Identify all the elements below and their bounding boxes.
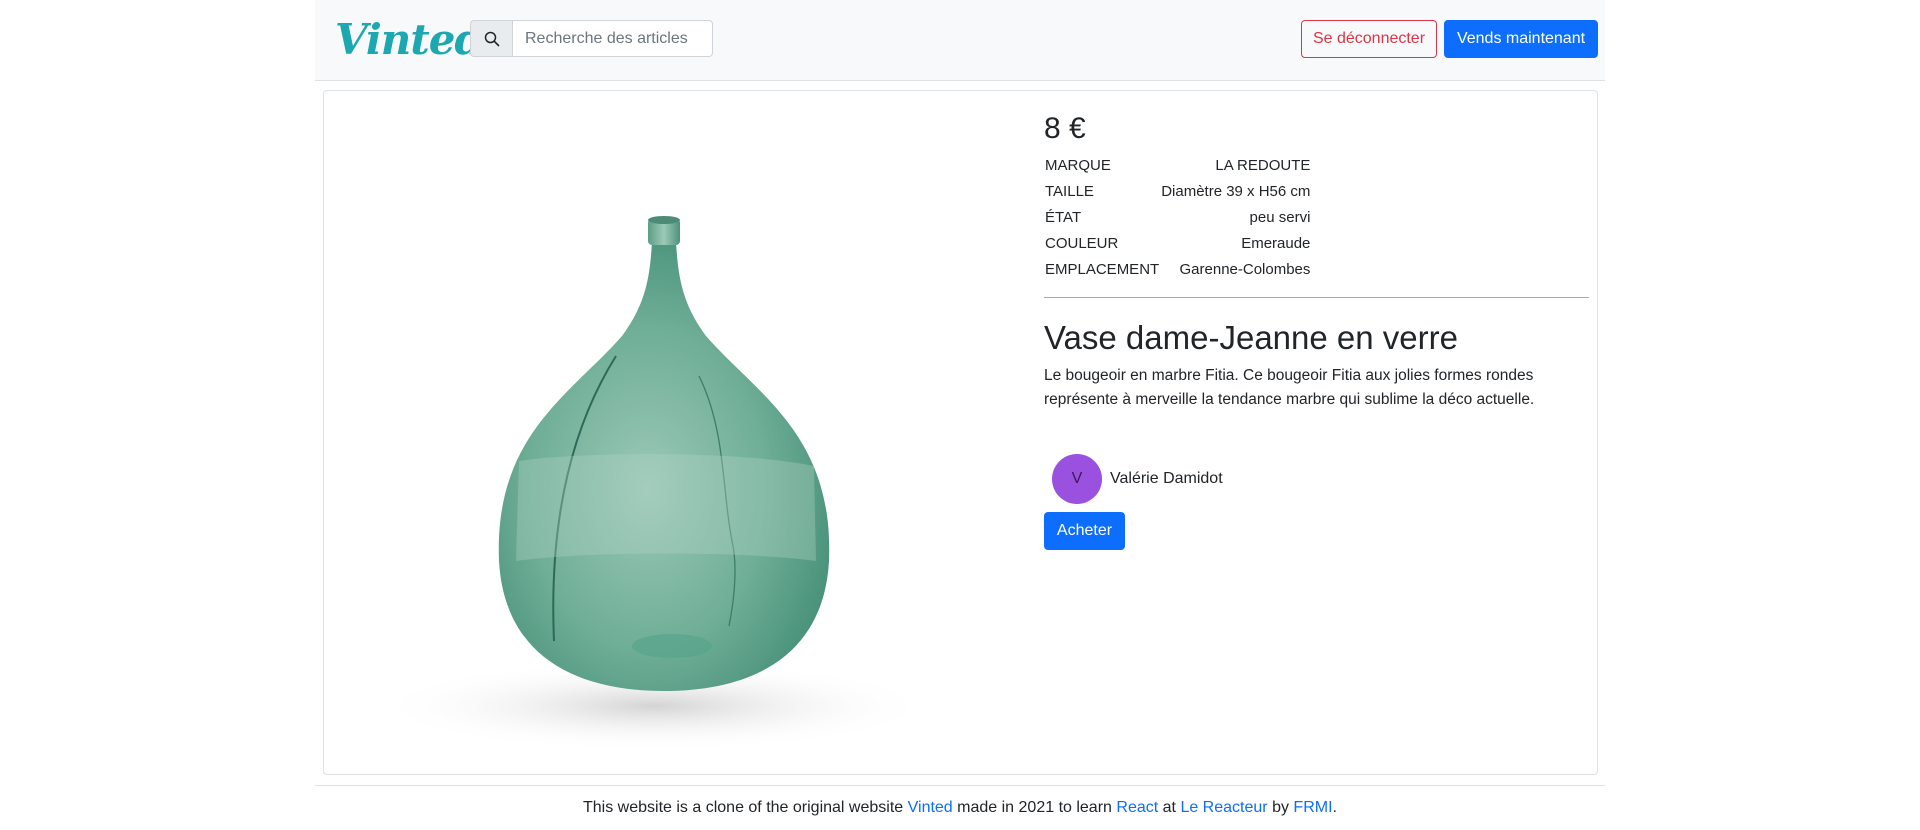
spec-row-size: TAILLE Diamètre 39 x H56 cm <box>1044 179 1311 205</box>
search-input[interactable] <box>512 20 713 57</box>
seller-info[interactable]: V Valérie Damidot <box>1052 454 1223 504</box>
spec-key: EMPLACEMENT <box>1045 261 1160 278</box>
spec-key: COULEUR <box>1045 235 1119 252</box>
footer-link-frmi[interactable]: FRMI <box>1293 799 1332 816</box>
buy-button[interactable]: Acheter <box>1044 512 1125 550</box>
footer-link-vinted[interactable]: Vinted <box>908 799 953 816</box>
spec-value: Garenne-Colombes <box>1179 261 1311 278</box>
spec-value: Diamètre 39 x H56 cm <box>1161 183 1311 200</box>
sell-now-button[interactable]: Vends maintenant <box>1444 20 1598 58</box>
spec-value: LA REDOUTE <box>1215 157 1311 174</box>
product-card: 8 € MARQUE LA REDOUTE TAILLE Diamètre 39… <box>323 90 1598 775</box>
avatar[interactable]: V <box>1052 454 1102 504</box>
footer-link-react[interactable]: React <box>1116 799 1158 816</box>
product-image <box>354 131 994 751</box>
spec-value: peu servi <box>1249 209 1311 226</box>
footer-text-1: This website is a clone of the original … <box>583 799 904 816</box>
spec-row-location: EMPLACEMENT Garenne-Colombes <box>1044 257 1311 283</box>
logout-button[interactable]: Se déconnecter <box>1301 20 1437 58</box>
product-price: 8 € <box>1044 112 1086 145</box>
navbar: Vinted Se déconnecter Vends maintenant <box>315 0 1605 81</box>
spec-key: ÉTAT <box>1045 209 1082 226</box>
vinted-logo[interactable]: Vinted <box>335 12 484 66</box>
product-description: Le bougeoir en marbre Fitia. Ce bougeoir… <box>1044 367 1535 408</box>
footer-text-2: made in 2021 to learn <box>957 799 1112 816</box>
footer: This website is a clone of the original … <box>315 785 1605 830</box>
spec-row-brand: MARQUE LA REDOUTE <box>1044 153 1311 179</box>
spec-row-condition: ÉTAT peu servi <box>1044 205 1311 231</box>
logo-text[interactable]: Vinted <box>335 15 484 64</box>
product-specs-table: MARQUE LA REDOUTE TAILLE Diamètre 39 x H… <box>1044 153 1311 283</box>
search-icon <box>470 20 512 57</box>
product-title: Vase dame-Jeanne en verre <box>1044 319 1458 356</box>
product-details: 8 € MARQUE LA REDOUTE TAILLE Diamètre 39… <box>1044 109 1589 550</box>
footer-text-5: . <box>1332 799 1337 816</box>
spec-row-color: COULEUR Emeraude <box>1044 231 1311 257</box>
spec-key: MARQUE <box>1045 157 1111 174</box>
footer-text-4: by <box>1272 799 1289 816</box>
footer-text: This website is a clone of the original … <box>583 799 1337 817</box>
footer-link-le-reacteur[interactable]: Le Reacteur <box>1180 799 1267 816</box>
details-divider <box>1044 297 1589 298</box>
spec-key: TAILLE <box>1045 183 1094 200</box>
spec-value: Emeraude <box>1241 235 1311 252</box>
search-group <box>470 20 713 57</box>
seller-name[interactable]: Valérie Damidot <box>1110 470 1223 488</box>
footer-text-3: at <box>1162 799 1176 816</box>
page-container: Vinted Se déconnecter Vends maintenant <box>315 0 1605 785</box>
